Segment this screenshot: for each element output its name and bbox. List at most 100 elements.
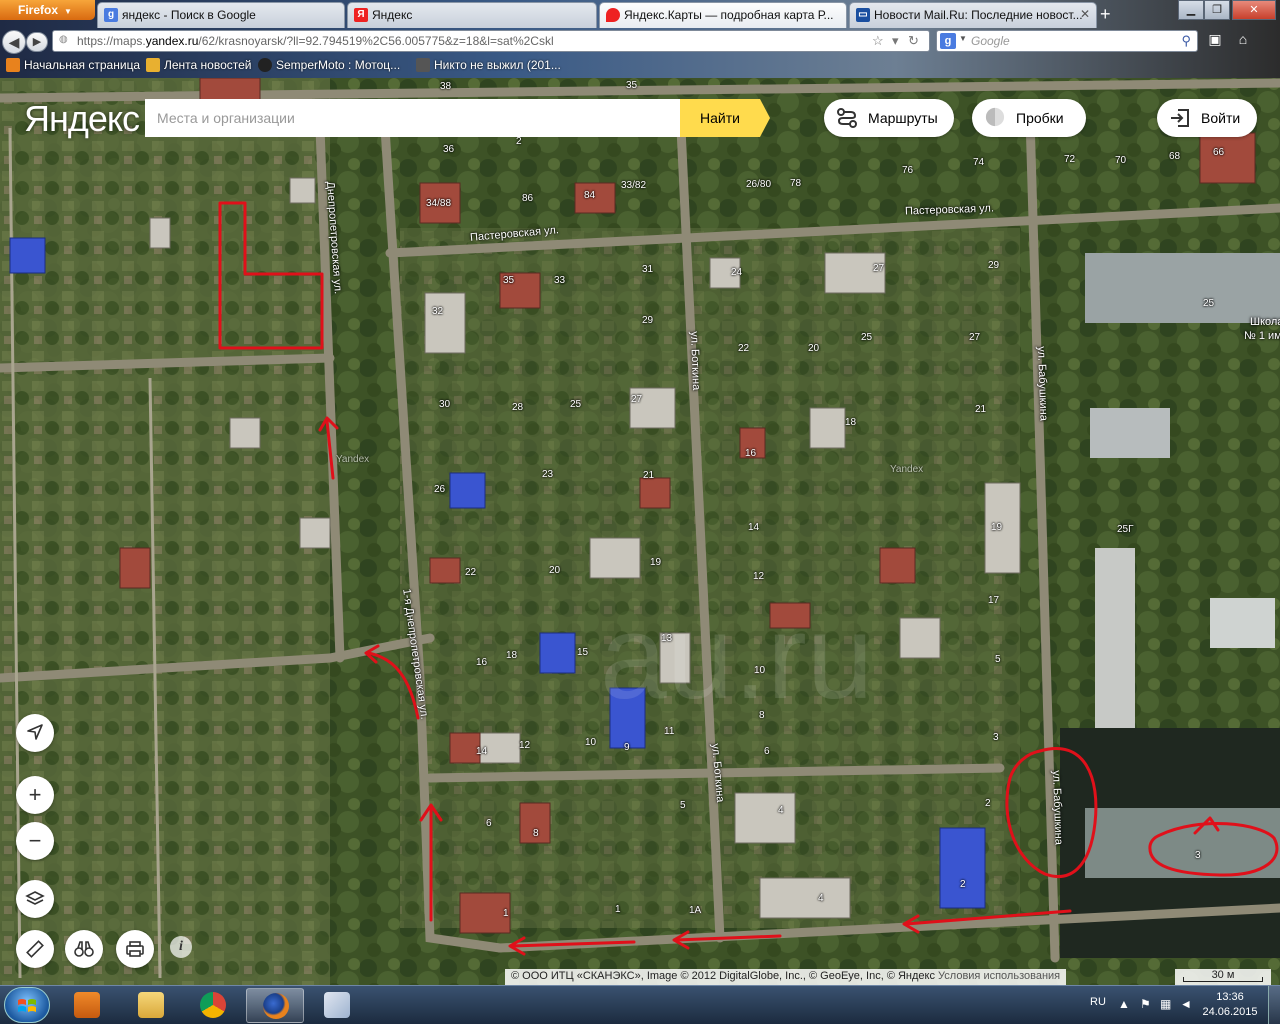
bookmark-star-icon[interactable]: ☆ — [872, 33, 884, 49]
start-button[interactable] — [4, 987, 50, 1023]
house-number-label: 2 — [516, 136, 522, 147]
house-number-label: 20 — [549, 565, 561, 576]
volume-icon[interactable]: ◄ — [1180, 997, 1194, 1011]
traffic-label: Пробки — [1016, 110, 1064, 126]
taskbar-media-player[interactable] — [58, 988, 116, 1023]
taskbar-explorer[interactable] — [122, 988, 180, 1023]
house-number-label: 32 — [432, 306, 444, 317]
yandex-logo[interactable]: Яндекс — [24, 98, 140, 140]
routes-label: Маршруты — [868, 110, 938, 126]
tab-mail-news[interactable]: ▭ Новости Mail.Ru: Последние новост... ✕ — [849, 2, 1097, 28]
terms-link[interactable]: Условия использования — [938, 970, 1060, 982]
ruler-icon — [26, 940, 44, 958]
zoom-out-button[interactable]: − — [16, 822, 54, 860]
house-number-label: 8 — [759, 710, 765, 721]
house-number-label: 86 — [522, 193, 534, 204]
flag-icon[interactable]: ⚑ — [1140, 997, 1154, 1011]
bookmark-start-page[interactable]: Начальная страница — [4, 58, 140, 76]
forward-button[interactable]: ▶ — [26, 32, 48, 52]
house-number-label: 25 — [1203, 298, 1215, 309]
zoom-in-button[interactable]: + — [16, 776, 54, 814]
house-number-label: 25 — [570, 399, 582, 410]
windows-logo-icon — [18, 999, 36, 1012]
home-icon[interactable]: ⌂ — [1232, 31, 1254, 51]
google-icon: g — [940, 33, 956, 49]
taskbar-chrome[interactable] — [184, 988, 242, 1023]
house-number-label: 25Г — [1117, 524, 1134, 535]
web-search-box[interactable]: g ▼ Google ⚲ — [936, 30, 1198, 52]
taskbar-firefox[interactable] — [246, 988, 304, 1023]
restore-button[interactable]: ❐ — [1204, 0, 1230, 20]
browser-chrome: Firefox ▼ g яндекс - Поиск в Google Я Янд… — [0, 0, 1280, 78]
traffic-button[interactable]: Пробки — [972, 99, 1086, 137]
bookmarks-menu-icon[interactable]: ▣ — [1204, 31, 1226, 51]
tab-google-search[interactable]: g яндекс - Поиск в Google — [97, 2, 345, 28]
panorama-button[interactable] — [65, 930, 103, 968]
tab-yandex[interactable]: Я Яндекс — [347, 2, 597, 28]
house-number-label: 3 — [1195, 850, 1201, 861]
firefox-icon — [6, 58, 20, 72]
house-number-label: 12 — [519, 740, 531, 751]
show-desktop-button[interactable] — [1268, 986, 1280, 1024]
find-button[interactable]: Найти — [680, 99, 770, 137]
tray-arrow-icon[interactable]: ▲ — [1118, 997, 1132, 1011]
place-label: Школа — [1250, 316, 1280, 328]
geolocation-button[interactable] — [16, 714, 54, 752]
house-number-label: 66 — [1213, 147, 1225, 158]
house-number-label: 35 — [503, 275, 515, 286]
firefox-menu-label: Firefox — [18, 3, 59, 17]
media-player-icon — [74, 992, 100, 1018]
house-number-label: 14 — [748, 522, 760, 533]
yandex-icon: Я — [354, 8, 368, 22]
house-number-label: 5 — [995, 654, 1001, 665]
house-number-label: 4 — [778, 805, 784, 816]
url-bar[interactable]: ◍ https://maps.yandex.ru/62/krasnoyarsk/… — [52, 30, 930, 52]
moto-icon — [258, 58, 272, 72]
satellite-map[interactable]: au.ru Пастеровская ул. Пастеровская ул. … — [0, 78, 1280, 985]
info-icon[interactable]: i — [170, 936, 192, 958]
url-path: /62/krasnoyarsk/?ll=92.794519%2C56.00577… — [198, 34, 554, 48]
login-button[interactable]: Войти — [1157, 99, 1257, 137]
house-number-label: 72 — [1064, 154, 1076, 165]
print-button[interactable] — [116, 930, 154, 968]
house-number-label: 78 — [790, 178, 802, 189]
house-number-label: 13 — [661, 633, 673, 644]
house-number-label: 5 — [680, 800, 686, 811]
house-number-label: 21 — [975, 404, 987, 415]
film-icon — [416, 58, 430, 72]
search-placeholder: Google — [971, 34, 1010, 48]
close-window-button[interactable]: ✕ — [1232, 0, 1276, 20]
routes-button[interactable]: Маршруты — [824, 99, 954, 137]
house-number-label: 18 — [845, 417, 857, 428]
house-number-label: 1 — [503, 908, 509, 919]
house-number-label: 10 — [754, 665, 766, 676]
search-icon[interactable]: ⚲ — [1181, 33, 1191, 49]
house-number-label: 24 — [731, 267, 743, 278]
back-button[interactable]: ◀ — [2, 30, 26, 54]
minimize-button[interactable]: ▁ — [1178, 0, 1204, 20]
taskbar-paint[interactable] — [308, 988, 366, 1023]
new-tab-button[interactable]: + — [1100, 4, 1111, 25]
places-search-input[interactable] — [145, 99, 680, 137]
dropdown-arrow-icon[interactable]: ▾ — [892, 33, 899, 49]
house-number-label: 25 — [861, 332, 873, 343]
network-icon[interactable]: ▦ — [1160, 997, 1174, 1011]
globe-icon: ◍ — [59, 34, 68, 45]
house-number-label: 1 — [615, 904, 621, 915]
bookmark-sempermoto[interactable]: SemperMoto : Мотоц... — [256, 58, 400, 76]
bookmark-film[interactable]: Никто не выжил (201... — [414, 58, 561, 76]
language-indicator[interactable]: RU — [1090, 996, 1106, 1008]
ruler-button[interactable] — [16, 930, 54, 968]
tab-yandex-maps[interactable]: Яндекс.Карты — подробная карта Р... — [599, 2, 847, 28]
reload-icon[interactable]: ↻ — [908, 33, 919, 49]
chrome-icon — [200, 992, 226, 1018]
system-clock[interactable]: 13:36 24.06.2015 — [1200, 990, 1260, 1020]
house-number-label: 4 — [818, 893, 824, 904]
bookmark-news-feed[interactable]: Лента новостей — [144, 58, 252, 76]
firefox-menu-button[interactable]: Firefox ▼ — [0, 0, 95, 20]
layers-icon — [25, 891, 45, 905]
bookmark-label: Лента новостей — [164, 58, 252, 72]
layers-button[interactable] — [16, 880, 54, 918]
yandex-maps-icon — [606, 8, 620, 22]
close-icon[interactable]: ✕ — [1080, 7, 1090, 21]
